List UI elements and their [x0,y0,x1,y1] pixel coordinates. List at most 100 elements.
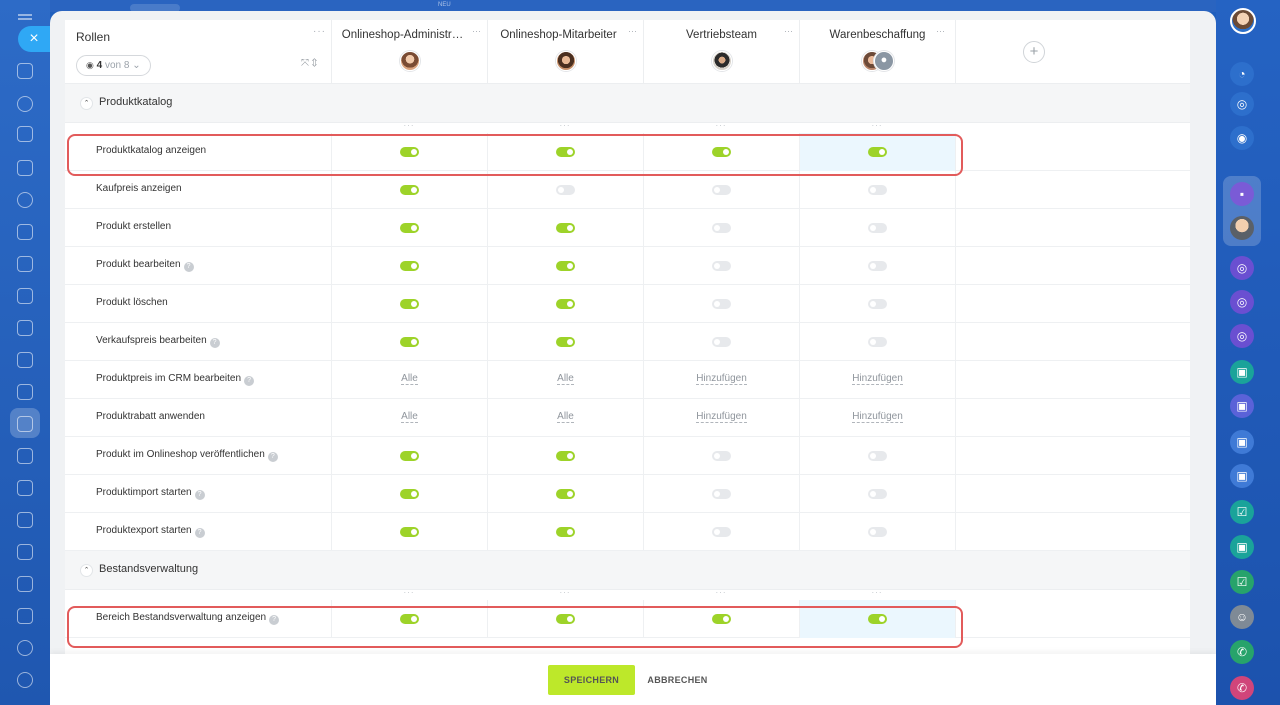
chevron-up-icon[interactable]: ⌃ [80,97,93,110]
settings-icon[interactable] [17,672,33,688]
permission-toggle[interactable] [400,451,419,461]
filter-icon[interactable] [17,416,33,432]
permission-toggle[interactable] [400,527,419,537]
role-column-sales-team[interactable]: Vertriebsteam ··· [643,20,799,84]
menu-icon[interactable] [18,14,32,16]
cart-icon[interactable] [17,384,33,400]
permission-toggle[interactable] [868,299,887,309]
group-avatar[interactable]: ☺ [1230,605,1254,629]
task-chat-icon-2[interactable]: ☑ [1230,570,1254,594]
copilot-icon[interactable]: ◎ [1230,92,1254,116]
help-icon[interactable]: ? [209,338,220,348]
column-more-icon[interactable]: ··· [472,26,481,36]
column-more-icon[interactable]: ··· [331,121,487,130]
copilot-chat-icon-3[interactable]: ◎ [1230,324,1254,348]
permission-scope-link[interactable]: Alle [488,373,643,385]
phone-icon[interactable]: ✆ [1230,640,1254,664]
permission-toggle[interactable] [868,527,887,537]
permission-toggle[interactable] [400,337,419,347]
notification-icon[interactable]: ◔ [1230,62,1254,86]
id-card-icon[interactable] [17,512,33,528]
contact-icon[interactable]: ▪ [1230,182,1254,206]
help-icon[interactable]: ? [244,376,255,386]
column-more-icon[interactable]: ··· [331,588,487,597]
permission-toggle[interactable] [556,451,575,461]
activity-icon[interactable] [17,96,33,112]
column-more-icon[interactable]: ··· [643,121,799,130]
edit-icon[interactable] [17,448,33,464]
analytics-icon[interactable] [17,352,33,368]
permission-scope-link[interactable]: Hinzufügen [644,373,799,385]
permission-toggle[interactable] [400,261,419,271]
close-slider-button[interactable]: × [18,26,50,52]
chevron-up-icon[interactable]: ⌃ [80,564,93,577]
role-member-avatar[interactable] [556,51,576,71]
permission-toggle[interactable] [712,185,731,195]
user-avatar[interactable] [1230,8,1256,34]
column-more-icon[interactable]: ··· [799,121,955,130]
card-icon[interactable] [17,288,33,304]
role-member-avatar[interactable] [400,51,420,71]
task-chat-icon[interactable]: ☑ [1230,500,1254,524]
permission-toggle[interactable] [712,223,731,233]
permission-toggle[interactable] [400,299,419,309]
chat-icon[interactable] [17,256,33,272]
permission-toggle[interactable] [556,527,575,537]
copilot-chat-icon[interactable]: ◎ [1230,256,1254,280]
role-member-avatar[interactable] [712,51,732,71]
robot-icon[interactable] [17,608,33,624]
permission-scope-link[interactable]: Hinzufügen [800,411,955,423]
role-column-procurement[interactable]: Warenbeschaffung ··· ● [799,20,955,84]
column-more-icon[interactable]: ··· [487,121,643,130]
permission-scope-link[interactable]: Alle [488,411,643,423]
column-more-icon[interactable]: ··· [628,26,637,36]
lock-chat-icon[interactable]: ▣ [1230,360,1254,384]
column-more-icon[interactable]: ··· [487,588,643,597]
add-role-button[interactable]: + [1023,41,1045,63]
lock-chat-icon-4[interactable]: ▣ [1230,464,1254,488]
developer-icon[interactable] [17,640,33,656]
permission-toggle[interactable] [868,489,887,499]
permission-toggle[interactable] [400,489,419,499]
role-count-selector[interactable]: ◉ 4 von 8 ⌄ [76,55,151,76]
permission-toggle[interactable] [556,185,575,195]
permission-toggle[interactable] [556,299,575,309]
monitor-icon[interactable] [17,320,33,336]
lock-chat-icon-3[interactable]: ▣ [1230,430,1254,454]
search-chat-icon[interactable]: ◉ [1230,126,1254,150]
cancel-button[interactable]: ABBRECHEN [640,665,715,695]
chat-avatar[interactable] [1230,216,1254,240]
role-member-placeholder-avatar[interactable]: ● [874,51,894,71]
permission-toggle[interactable] [556,223,575,233]
permission-scope-link[interactable]: Alle [332,373,487,385]
document-icon[interactable] [17,126,33,142]
calendar-icon[interactable] [17,576,33,592]
permission-toggle[interactable] [400,223,419,233]
permission-toggle[interactable] [868,451,887,461]
collapse-expand-icon[interactable]: ⤧ ⇕ [301,58,317,69]
column-more-icon[interactable]: ··· [643,588,799,597]
permission-toggle[interactable] [712,489,731,499]
permission-toggle[interactable] [556,261,575,271]
permission-scope-link[interactable]: Hinzufügen [644,411,799,423]
permission-toggle[interactable] [712,337,731,347]
role-column-onlineshop-staff[interactable]: Onlineshop-Mitarbeiter ··· [487,20,643,84]
contacts-icon[interactable] [17,192,33,208]
permission-toggle[interactable] [712,261,731,271]
roles-more-icon[interactable]: ··· [313,26,326,37]
permission-toggle[interactable] [556,489,575,499]
permission-scope-link[interactable]: Hinzufügen [800,373,955,385]
help-icon[interactable]: ? [267,452,278,462]
save-button[interactable]: SPEICHERN [548,665,635,695]
permission-toggle[interactable] [868,261,887,271]
permission-scope-link[interactable]: Alle [332,411,487,423]
permission-toggle[interactable] [400,185,419,195]
lock-chat-icon-5[interactable]: ▣ [1230,535,1254,559]
column-more-icon[interactable]: ··· [936,26,945,36]
home-icon[interactable] [17,63,33,79]
column-more-icon[interactable]: ··· [784,26,793,36]
permission-toggle[interactable] [556,337,575,347]
section-header[interactable]: ⌃ Bestandsverwaltung [65,551,1190,590]
camera-icon[interactable] [17,544,33,560]
storage-icon[interactable] [17,480,33,496]
